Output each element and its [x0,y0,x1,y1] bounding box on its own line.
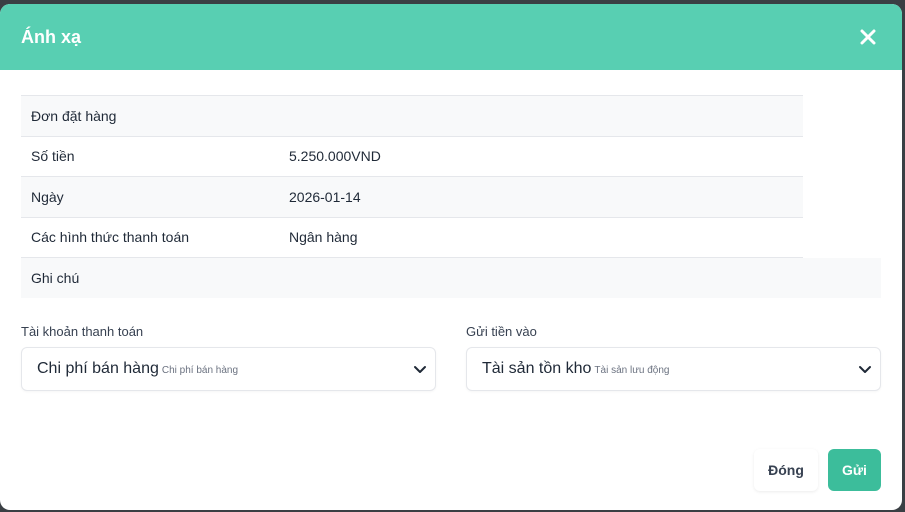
note-label: Ghi chú [31,270,80,286]
deposit-to-selected-sub: Tài sản lưu động [594,365,670,376]
modal-footer: Đóng Gửi [754,449,881,491]
payment-account-selected-sub: Chi phí bán hàng [161,365,239,376]
order-label: Đơn đặt hàng [31,107,117,124]
date-value: 2026-01-14 [289,188,361,205]
deposit-to-label: Gửi tiền vào [466,324,537,339]
close-button[interactable] [856,25,880,49]
payment-method-label: Các hình thức thanh toán [31,229,190,246]
modal-title: Ánh xạ [21,26,82,47]
payment-account-selected-wrap: Chi phí bán hàng Chi phí bán hàng [37,360,238,378]
close-modal-button[interactable]: Đóng [754,449,818,491]
amount-label: Số tiền [31,148,75,165]
chevron-down-icon [859,366,871,373]
deposit-to-selected-wrap: Tài sản tồn kho Tài sản lưu động [482,360,669,378]
modal-header: Ánh xạ [0,4,902,70]
order-row: Đơn đặt hàng [21,96,803,137]
payment-account-field: Tài khoản thanh toán Chi phí bán hàng Chi… [21,324,436,391]
payment-account-selected: Chi phí bán hàng [37,360,159,377]
payment-account-select[interactable]: Chi phí bán hàng Chi phí bán hàng [21,347,436,391]
chevron-down-icon [414,366,426,373]
mapping-modal: Ánh xạ Đơn đặt hàng Số tiền 5.250.000VND… [0,4,902,510]
payment-method-row: Các hình thức thanh toán Ngân hàng [21,218,803,258]
deposit-to-select[interactable]: Tài sản tồn kho Tài sản lưu động [466,347,881,391]
account-fields: Tài khoản thanh toán Chi phí bán hàng Chi… [21,324,881,391]
deposit-to-selected: Tài sản tồn kho [482,360,592,377]
close-icon [860,29,876,45]
date-row: Ngày 2026-01-14 [21,177,803,218]
date-label: Ngày [31,188,64,205]
note-row: Ghi chú [21,258,881,298]
submit-button[interactable]: Gửi [828,449,881,491]
payment-account-label: Tài khoản thanh toán [21,324,144,339]
payment-method-value: Ngân hàng [289,229,358,246]
modal-body: Đơn đặt hàng Số tiền 5.250.000VND Ngày 2… [0,70,902,391]
amount-row: Số tiền 5.250.000VND [21,137,803,177]
info-table: Đơn đặt hàng Số tiền 5.250.000VND Ngày 2… [21,95,803,258]
amount-value: 5.250.000VND [289,148,381,165]
deposit-to-field: Gửi tiền vào Tài sản tồn kho Tài sản lưu … [466,324,881,391]
